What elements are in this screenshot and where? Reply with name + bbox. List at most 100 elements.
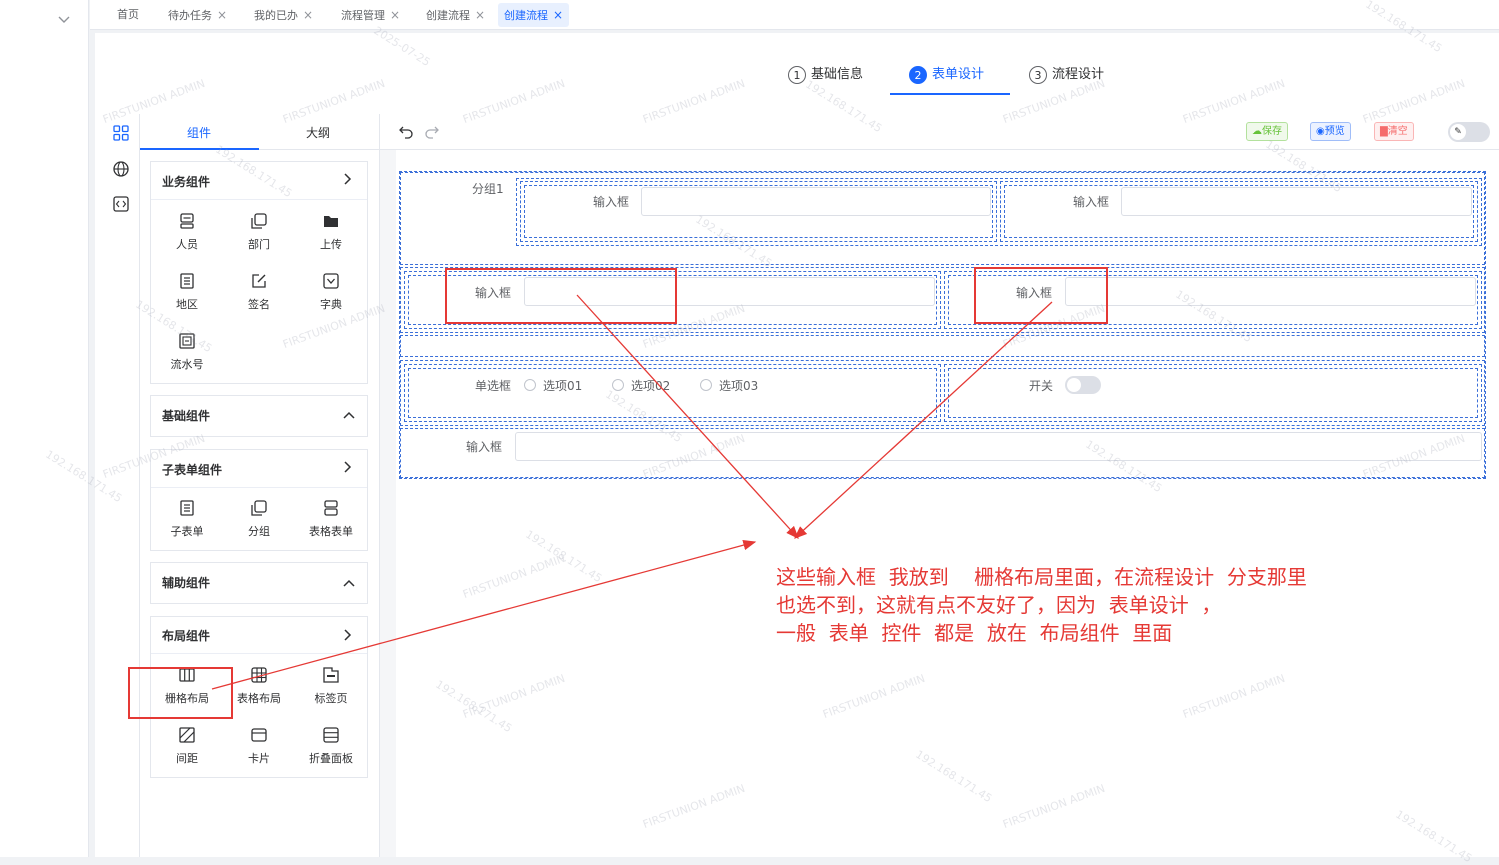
- component-department[interactable]: 部门: [229, 212, 289, 252]
- switch-label: 开关: [1029, 379, 1054, 393]
- component-group[interactable]: 分组: [229, 499, 289, 539]
- component-card[interactable]: 卡片: [229, 726, 289, 766]
- group-divider: [151, 199, 367, 200]
- chevron-right-icon[interactable]: [343, 173, 352, 188]
- table-form-icon: [324, 500, 338, 516]
- annotation-text-line2: 也选不到，这就有点不友好了，因为 表单设计 ，: [776, 593, 1222, 617]
- component-spacing[interactable]: 间距: [157, 726, 217, 766]
- upload-folder-icon: [324, 216, 338, 227]
- group-title-auxiliary[interactable]: 辅助组件: [162, 574, 210, 591]
- input-label: 输入框: [466, 440, 503, 454]
- group-title-subform[interactable]: 子表单组件: [162, 461, 222, 478]
- radio-button[interactable]: [612, 379, 624, 391]
- left-sidebar: [0, 0, 89, 857]
- undo-icon[interactable]: [398, 124, 414, 140]
- group-label: 分组1: [472, 182, 504, 196]
- active-step-underline: [890, 93, 1010, 95]
- component-region[interactable]: 地区: [157, 272, 217, 312]
- radio-label: 单选框: [475, 379, 512, 393]
- components-grid-icon[interactable]: [112, 124, 130, 142]
- pencil-icon: ✎: [1450, 124, 1466, 140]
- component-dictionary[interactable]: 字典: [301, 272, 361, 312]
- group-title-business[interactable]: 业务组件: [162, 173, 210, 190]
- radio-option: 选项02: [631, 379, 671, 393]
- close-icon[interactable]: ×: [475, 8, 485, 22]
- chevron-right-icon[interactable]: [343, 629, 352, 644]
- step-form-design[interactable]: 2 表单设计: [909, 63, 984, 84]
- annotation-text-line1: 这些输入框 我放到 栅格布局里面，在流程设计 分支那里: [776, 565, 1307, 589]
- tabs-icon: [323, 667, 339, 683]
- text-input[interactable]: [641, 187, 991, 216]
- group-title-basic[interactable]: 基础组件: [162, 407, 210, 424]
- component-subform[interactable]: 子表单: [157, 499, 217, 539]
- chevron-down-icon[interactable]: [58, 14, 70, 27]
- annotation-text-line3: 一般 表单 控件 都是 放在 布局组件 里面: [776, 621, 1173, 645]
- radio-option: 选项01: [543, 379, 583, 393]
- department-icon: [251, 213, 267, 229]
- component-table-layout[interactable]: 表格布局: [229, 666, 289, 706]
- highlight-box-grid-layout: [128, 667, 233, 719]
- dictionary-icon: [323, 273, 339, 289]
- eye-icon: ◉: [1316, 126, 1325, 137]
- text-input[interactable]: [1121, 187, 1472, 216]
- tab-components[interactable]: 组件: [187, 124, 211, 141]
- close-icon[interactable]: ×: [553, 8, 563, 22]
- radio-button[interactable]: [524, 379, 536, 391]
- save-button[interactable]: ☁保存: [1246, 122, 1288, 141]
- text-input[interactable]: [1065, 277, 1476, 306]
- step-basic-info[interactable]: 1 基础信息: [788, 63, 863, 84]
- text-input[interactable]: [515, 432, 1482, 461]
- radio-button[interactable]: [700, 379, 712, 391]
- empty-row[interactable]: [400, 335, 1485, 357]
- preview-button[interactable]: ◉预览: [1310, 122, 1351, 141]
- highlight-box-input-right: [974, 267, 1108, 324]
- tab-create-process[interactable]: 创建流程 ×: [420, 3, 491, 27]
- signature-icon: [252, 274, 266, 288]
- component-tabs[interactable]: 标签页: [301, 666, 361, 706]
- tabs-bar: 首页 待办任务 × 我的已办 × 流程管理 × 创建流程 × 创建流程 ×: [90, 0, 1499, 30]
- radio-option: 选项03: [719, 379, 759, 393]
- input-label: 输入框: [593, 195, 630, 209]
- redo-icon[interactable]: [424, 124, 440, 140]
- tab-outline[interactable]: 大纲: [306, 124, 330, 141]
- component-person[interactable]: 人员: [157, 212, 217, 252]
- close-icon[interactable]: ×: [303, 8, 313, 22]
- grid-col-inner[interactable]: [948, 368, 1478, 418]
- component-table-form[interactable]: 表格表单: [301, 499, 361, 539]
- switch-knob: [1067, 378, 1081, 392]
- subform-icon: [180, 500, 194, 516]
- chevron-up-icon[interactable]: [343, 577, 355, 591]
- tab-todo-tasks[interactable]: 待办任务 ×: [162, 3, 233, 27]
- component-collapse-panel[interactable]: 折叠面板: [301, 726, 361, 766]
- panel-tab-ink: [140, 148, 259, 150]
- serial-number-icon: [179, 333, 195, 349]
- chevron-up-icon[interactable]: [343, 409, 355, 423]
- collapse-panel-icon: [323, 727, 339, 743]
- group-divider: [151, 487, 367, 488]
- card-icon: [251, 728, 267, 742]
- input-label: 输入框: [1073, 195, 1110, 209]
- close-icon[interactable]: ×: [390, 8, 400, 22]
- clear-button[interactable]: ▇清空: [1374, 122, 1414, 141]
- group-icon: [251, 500, 267, 516]
- component-upload[interactable]: 上传: [301, 212, 361, 252]
- highlight-box-input-left: [445, 268, 677, 324]
- tab-process-management[interactable]: 流程管理 ×: [335, 3, 406, 27]
- panel-tabs: [140, 114, 380, 150]
- tab-done-tasks[interactable]: 我的已办 ×: [248, 3, 319, 27]
- table-layout-icon: [251, 667, 267, 683]
- step-process-design[interactable]: 3 流程设计: [1029, 63, 1104, 84]
- cloud-icon: ☁: [1252, 126, 1262, 137]
- group-divider: [151, 653, 367, 654]
- chevron-right-icon[interactable]: [343, 461, 352, 476]
- group-title-layout[interactable]: 布局组件: [162, 627, 210, 644]
- tab-create-process-active[interactable]: 创建流程 ×: [498, 3, 570, 27]
- code-icon[interactable]: [112, 195, 130, 213]
- globe-icon[interactable]: [112, 160, 130, 178]
- close-icon[interactable]: ×: [217, 8, 227, 22]
- tab-home[interactable]: 首页: [111, 3, 145, 27]
- spacing-icon: [179, 727, 195, 743]
- person-icon: [180, 213, 194, 229]
- component-signature[interactable]: 签名: [229, 272, 289, 312]
- component-serial-number[interactable]: 流水号: [157, 332, 217, 372]
